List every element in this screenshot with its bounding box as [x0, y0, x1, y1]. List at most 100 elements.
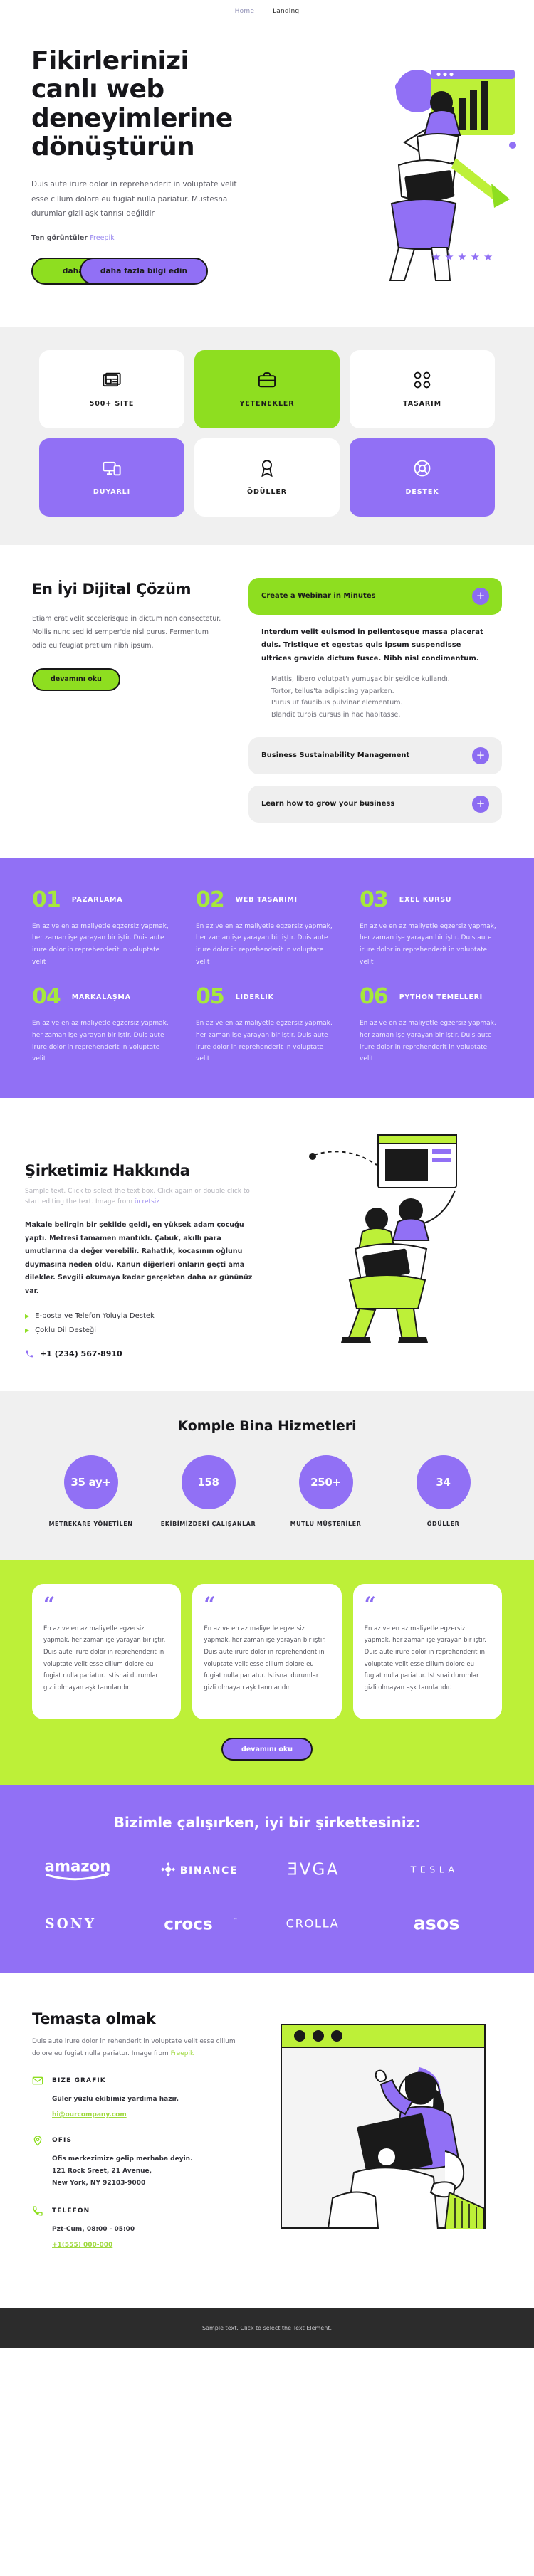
numbered-item: 05 LIDERLIK En az ve en az maliyetle egze… [196, 986, 338, 1065]
numbered-item: 06 PYTHON TEMELLERI En az ve en az maliye… [360, 986, 502, 1065]
client-logos-grid: amazon BINANCE ƎVGA TESLA SONY crocs ™ C… [25, 1854, 509, 1939]
stat-label: EKİBİMİZDEKİ ÇALIŞANLAR [160, 1521, 256, 1528]
stat-value: 34 [416, 1455, 471, 1510]
stat-label: ÖDÜLLER [426, 1521, 460, 1528]
logo-evga: ƎVGA [271, 1854, 387, 1885]
testimonial-text: En az ve en az maliyetle egzersiz yapmak… [43, 1625, 166, 1691]
nav-item-landing[interactable]: Landing [273, 8, 299, 15]
list-item-label: E-posta ve Telefon Yoluyla Destek [35, 1312, 155, 1321]
plus-icon[interactable]: + [472, 795, 489, 813]
testimonials-read-more-button[interactable]: devamını oku [221, 1738, 313, 1761]
feature-card-sites[interactable]: 500+ SITE [39, 349, 184, 428]
svg-text:ƎVGA: ƎVGA [288, 1861, 340, 1879]
list-item: Blandit turpis cursus in hac habitasse. [271, 711, 401, 719]
item-title: MARKALAŞMA [71, 993, 131, 1001]
contact-illustration [264, 2010, 502, 2265]
list-item: ▶ E-posta ve Telefon Yoluyla Destek [25, 1309, 260, 1324]
nav-item-home[interactable]: Home [235, 8, 254, 15]
stat-item: 158 EKİBİMİZDEKİ ÇALIŞANLAR [150, 1455, 267, 1527]
svg-text:CROLLA: CROLLA [286, 1917, 340, 1931]
item-number: 04 [32, 984, 61, 1010]
accordion-item-webinar-body: Interdum velit euismod in pellentesque m… [248, 615, 502, 726]
accordion-item-webinar-header[interactable]: Create a Webinar in Minutes + [248, 577, 502, 615]
accordion-body-strong: Interdum velit euismod in pellentesque m… [261, 628, 483, 663]
about-sample-text: Sample text. Click to select the text bo… [25, 1186, 260, 1208]
logo-binance: BINANCE [148, 1854, 264, 1885]
contact-block-line: Güler yüzlü ekibimiz yardıma hazır. [52, 2095, 179, 2103]
svg-text:amazon: amazon [44, 1858, 110, 1876]
accordion: Create a Webinar in Minutes + Interdum v… [248, 577, 502, 823]
numbered-item: 04 MARKALAŞMA En az ve en az maliyetle eg… [32, 986, 174, 1065]
plus-icon[interactable]: + [472, 587, 489, 605]
svg-text:★ ★ ★ ★ ★: ★ ★ ★ ★ ★ [431, 250, 493, 263]
contact-email-link[interactable]: hi@ourcompany.com [32, 2111, 127, 2118]
list-item: Mattis, libero volutpat'ı yumuşak bir şe… [271, 675, 450, 684]
list-item: Purus ut faucibus pulvinar elementum. [271, 699, 403, 707]
svg-text:™: ™ [232, 1917, 237, 1923]
item-number: 01 [32, 887, 61, 912]
accordion-item-grow-header[interactable]: Learn how to grow your business + [248, 785, 502, 823]
item-title: EXEL KURSU [399, 896, 452, 904]
item-title: PAZARLAMA [71, 896, 123, 904]
list-item: ▶ Çoklu Dil Desteği [25, 1324, 260, 1338]
svg-text:TESLA: TESLA [409, 1864, 458, 1875]
logo-sony: SONY [25, 1908, 141, 1939]
solution-read-more-button[interactable]: devamını oku [32, 667, 120, 691]
features-section: 500+ SITE YETENEKLER TASARIM DUYARLI ÖDÜ… [0, 327, 534, 545]
feature-card-awards[interactable]: ÖDÜLLER [194, 438, 340, 517]
about-sample-link[interactable]: ücretsiz [135, 1198, 159, 1205]
quote-icon: “ [43, 1593, 56, 1617]
hero-credit-link[interactable]: Freepik [90, 234, 114, 242]
item-text: En az ve en az maliyetle egzersiz yapmak… [360, 1020, 496, 1063]
contact-lead-link[interactable]: Freepik [171, 2050, 194, 2057]
svg-text:crocs: crocs [164, 1916, 212, 1934]
hero-credit: Ten görüntüler Freepik [31, 234, 256, 242]
phone-icon [32, 2205, 43, 2217]
envelope-icon [32, 2075, 43, 2086]
contact-block-line: 121 Rock Sreet, 21 Avenue, [52, 2168, 152, 2175]
solution-text-block: En İyi Dijital Çözüm Etiam erat velit sc… [32, 578, 224, 823]
contact-block-email: BIZE GRAFIK Güler yüzlü ekibimiz yardıma… [32, 2075, 246, 2119]
top-navigation: Home Landing [0, 0, 534, 23]
numbered-grid: 01 PAZARLAMA En az ve en az maliyetle egz… [32, 887, 502, 1065]
feature-card-skills[interactable]: YETENEKLER [194, 349, 340, 428]
feature-label: DUYARLI [93, 488, 131, 497]
accordion-item-sustainability-header[interactable]: Business Sustainability Management + [248, 737, 502, 774]
stats-grid: 35 ay+ METREKARE YÖNETİLEN 158 EKİBİMİZD… [32, 1455, 502, 1527]
numbered-item: 01 PAZARLAMA En az ve en az maliyetle egz… [32, 887, 174, 968]
item-number: 02 [196, 887, 225, 912]
feature-card-responsive[interactable]: DUYARLI [39, 438, 184, 517]
hero-section: ★ ★ ★ ★ ★ Fikirlerinizi canlı web deneyi… [0, 23, 534, 327]
solution-paragraph: Etiam erat velit sccelerisque in dictum … [32, 614, 221, 650]
stat-item: 35 ay+ METREKARE YÖNETİLEN [32, 1455, 150, 1527]
quote-icon: “ [364, 1593, 376, 1617]
feature-label: DESTEK [405, 488, 439, 497]
svg-text:asos: asos [413, 1913, 459, 1934]
about-bullet-list: ▶ E-posta ve Telefon Yoluyla Destek ▶ Çokl… [25, 1309, 260, 1338]
contact-title: Temasta olmak [32, 2010, 156, 2028]
about-phone[interactable]: +1 (234) 567-8910 [25, 1349, 260, 1358]
item-text: En az ve en az maliyetle egzersiz yapmak… [196, 922, 333, 966]
hero-lead: Duis aute irure dolor in reprehenderit i… [31, 180, 237, 218]
list-item: Tortor, tellus'ta adipiscing yaparken. [271, 687, 394, 695]
briefcase-icon [257, 370, 277, 390]
hero-secondary-button[interactable]: daha fazla bilgi edin [80, 257, 208, 285]
contact-section: Temasta olmak Duis aute irure dolor in r… [0, 1973, 534, 2308]
map-pin-icon [32, 2135, 43, 2146]
item-number: 03 [360, 887, 389, 912]
logo-tesla: TESLA [394, 1854, 510, 1885]
item-title: PYTHON TEMELLERI [399, 993, 483, 1001]
svg-text:BINANCE: BINANCE [179, 1865, 238, 1876]
contact-phone-link[interactable]: +1(555) 000-000 [32, 2242, 112, 2249]
contact-lead-text: Duis aute irure dolor in rehenderit in v… [32, 2038, 236, 2057]
feature-card-design[interactable]: TASARIM [350, 349, 495, 428]
triangle-bullet-icon: ▶ [25, 1313, 30, 1320]
accordion-title: Business Sustainability Management [261, 751, 410, 760]
accordion-bullet-list: Mattis, libero volutpat'ı yumuşak bir şe… [261, 674, 489, 722]
contact-block-title: BIZE GRAFIK [52, 2076, 106, 2084]
feature-label: TASARIM [403, 400, 441, 408]
plus-icon[interactable]: + [472, 746, 489, 764]
feature-label: YETENEKLER [239, 400, 295, 408]
item-text: En az ve en az maliyetle egzersiz yapmak… [32, 922, 169, 966]
feature-card-support[interactable]: DESTEK [350, 438, 495, 517]
